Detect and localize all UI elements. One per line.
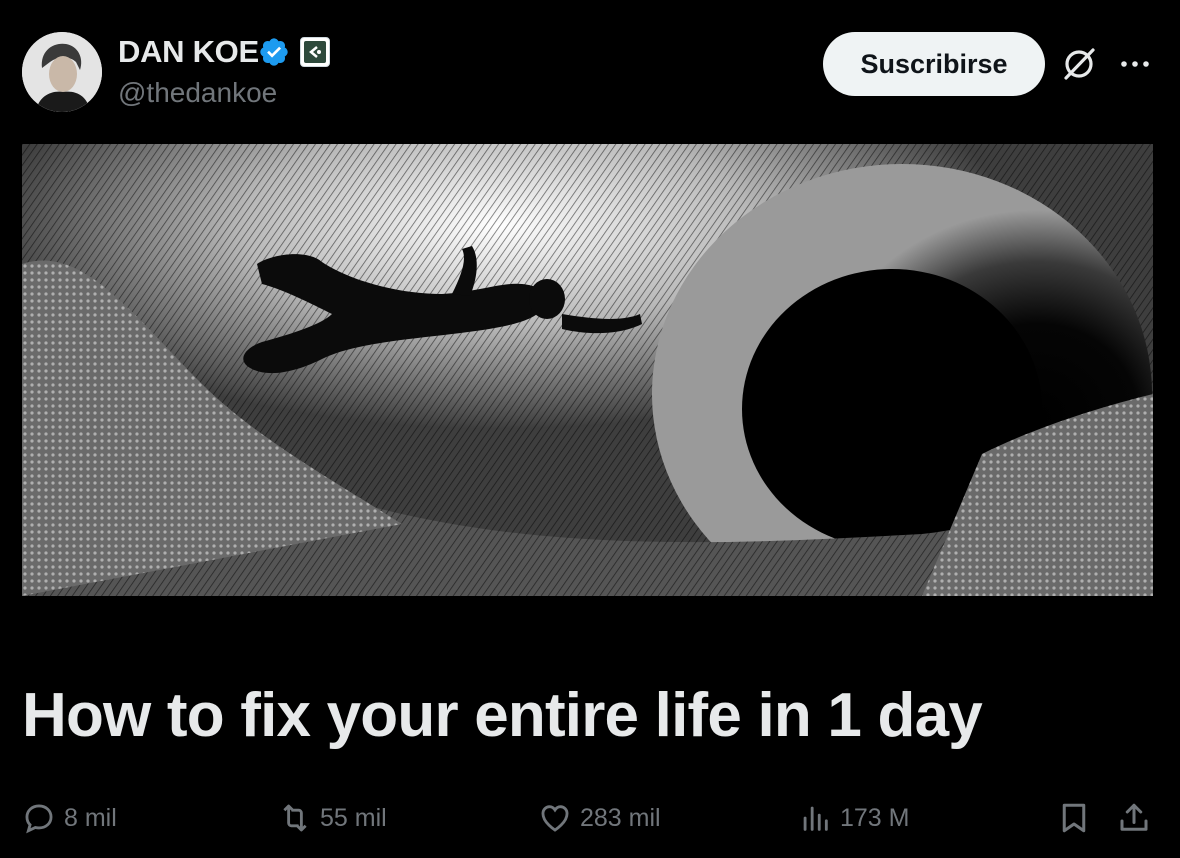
post-header: DAN KOE @thedankoe Suscribirse [0, 0, 1180, 130]
repost-button[interactable]: 55 mil [278, 790, 387, 846]
affiliate-badge-icon[interactable] [300, 37, 330, 67]
reply-count: 8 mil [64, 803, 117, 832]
views-icon [803, 806, 828, 831]
action-bar: 8 mil 55 mil 283 mil 173 M [0, 790, 1180, 846]
repost-icon [283, 804, 307, 832]
share-icon[interactable] [1116, 800, 1152, 836]
handle[interactable]: @thedankoe [118, 76, 277, 110]
reply-icon [25, 804, 53, 834]
like-count: 283 mil [580, 803, 661, 832]
views-button[interactable]: 173 M [798, 790, 909, 846]
bookmark-icon[interactable] [1056, 800, 1092, 836]
grok-icon[interactable] [1059, 44, 1099, 84]
subscribe-button[interactable]: Suscribirse [823, 32, 1045, 96]
verified-badge-icon [260, 38, 288, 66]
display-name[interactable]: DAN KOE [118, 34, 259, 70]
repost-count: 55 mil [320, 803, 387, 832]
like-icon [541, 805, 569, 832]
more-icon[interactable] [1118, 52, 1152, 76]
reply-button[interactable]: 8 mil [22, 790, 117, 846]
article-title[interactable]: How to fix your entire life in 1 day [22, 676, 983, 756]
like-button[interactable]: 283 mil [538, 790, 661, 846]
avatar[interactable] [22, 32, 102, 112]
article-cover-image[interactable] [22, 144, 1153, 596]
views-count: 173 M [840, 803, 910, 832]
